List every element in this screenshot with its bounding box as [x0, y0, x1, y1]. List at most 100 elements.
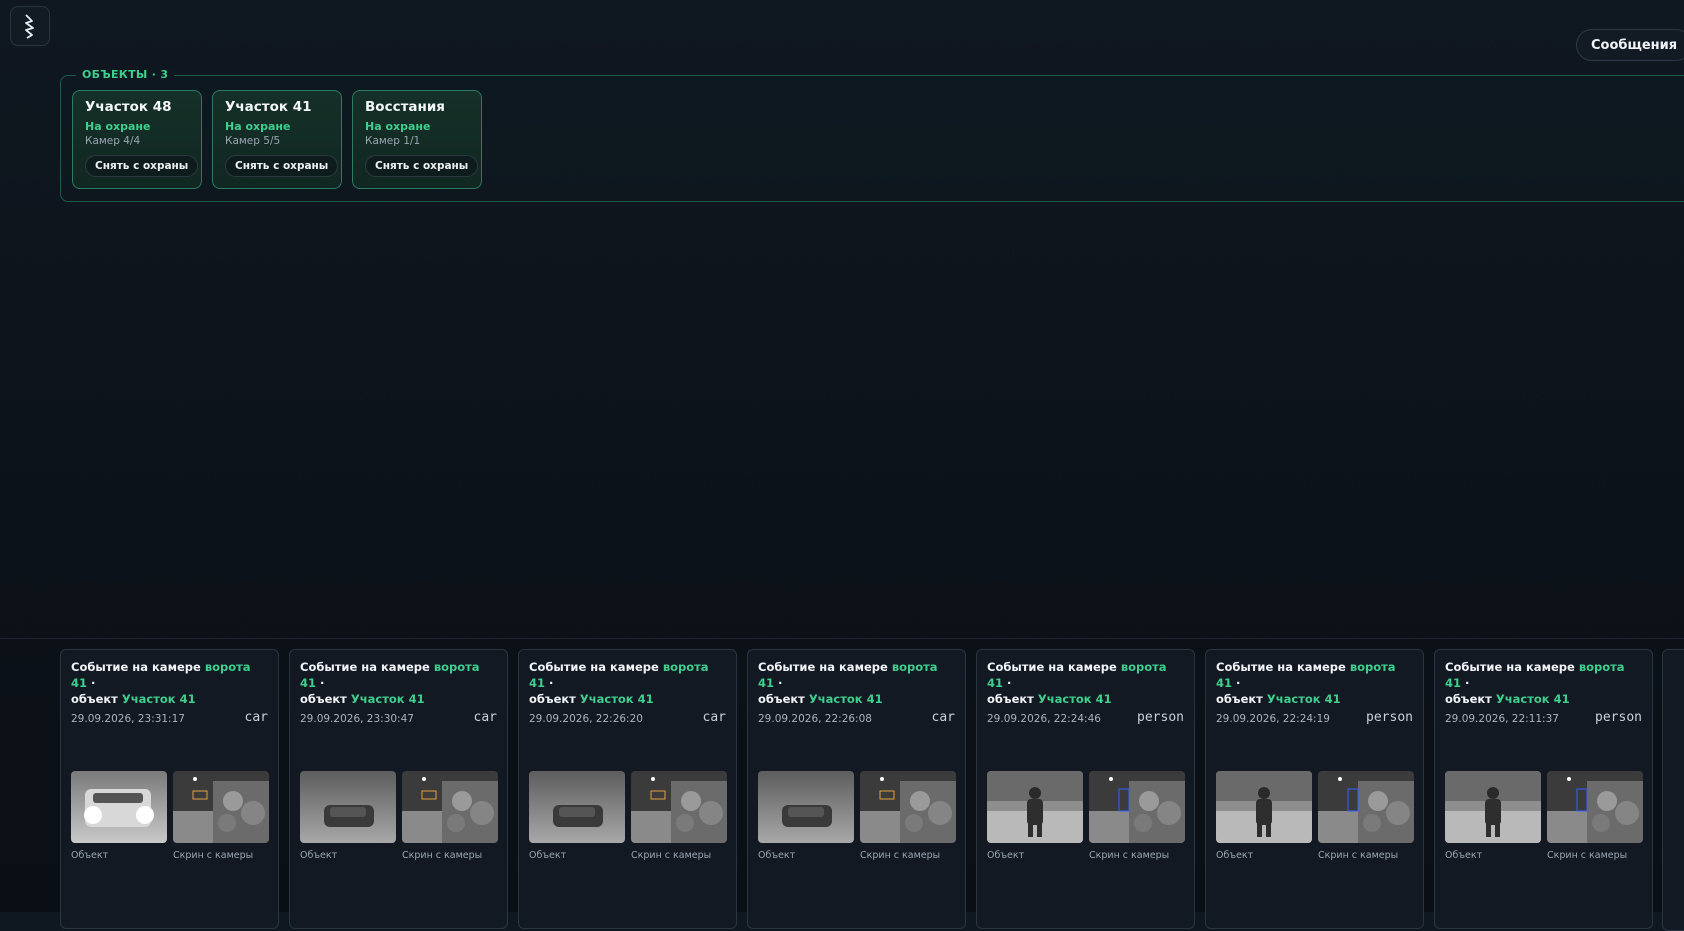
event-object-label: Объект: [987, 850, 1025, 861]
event-time: 29.09.2026, 23:31:17: [71, 713, 185, 725]
event-object-image[interactable]: [1216, 771, 1312, 843]
object-status: На охране: [365, 120, 431, 133]
event-object-link[interactable]: Участок 41: [580, 692, 654, 706]
event-object-image[interactable]: [758, 771, 854, 843]
event-title: Событие на камере ворота 41 · объект Уча…: [300, 659, 497, 707]
event-class: car: [931, 710, 955, 725]
event-object-link[interactable]: Участок 41: [351, 692, 425, 706]
event-object-link[interactable]: Участок 41: [1038, 692, 1112, 706]
event-screen-image[interactable]: [631, 771, 727, 843]
event-screen-label: Скрин с камеры: [1318, 850, 1399, 861]
event-time: 29.09.2026, 22:11:37: [1445, 713, 1559, 725]
event-class: car: [244, 710, 268, 725]
event-screen-label: Скрин с камеры: [173, 850, 254, 861]
event-object-image[interactable]: [300, 771, 396, 843]
event-object-word: объект: [987, 692, 1034, 706]
event-prefix: Событие на камере: [1216, 660, 1346, 674]
object-title: Восстания: [365, 99, 445, 115]
event-card[interactable]: Событие на камере ворота 41 · объект Уча…: [289, 649, 508, 929]
event-object-link[interactable]: Участок 41: [122, 692, 196, 706]
event-object-word: объект: [1445, 692, 1492, 706]
event-card[interactable]: Событие на камере ворота 41 · объект Уча…: [1434, 649, 1653, 929]
event-screen-label: Скрин с камеры: [860, 850, 941, 861]
event-object-link[interactable]: Участок 41: [1267, 692, 1341, 706]
object-status: На охране: [225, 120, 291, 133]
event-screen-label: Скрин с камеры: [1089, 850, 1170, 861]
event-sep: ·: [545, 676, 554, 690]
event-card[interactable]: Событие на камере ворота 41 · объект Уча…: [747, 649, 966, 929]
event-prefix: Событие на камере: [758, 660, 888, 674]
event-time: 29.09.2026, 23:30:47: [300, 713, 414, 725]
object-cameras-count: Камер 5/5: [225, 135, 281, 147]
event-screen-image[interactable]: [1089, 771, 1185, 843]
event-object-label: Объект: [1445, 850, 1483, 861]
divider: [0, 638, 1684, 639]
event-prefix: Событие на камере: [529, 660, 659, 674]
event-class: car: [702, 710, 726, 725]
event-screen-image[interactable]: [1318, 771, 1414, 843]
object-card[interactable]: Участок 41 На охране Камер 5/5 Снять с о…: [212, 90, 342, 189]
object-cameras-count: Камер 1/1: [365, 135, 421, 147]
event-time: 29.09.2026, 22:24:46: [987, 713, 1101, 725]
event-class: person: [1366, 710, 1413, 725]
event-object-link[interactable]: Участок 41: [809, 692, 883, 706]
event-title: Событие на камере ворота 41 · объект Уча…: [71, 659, 268, 707]
app-logo[interactable]: [10, 6, 50, 46]
event-card[interactable]: Событие на камере ворота 41 · объект Уча…: [518, 649, 737, 929]
event-class: person: [1595, 710, 1642, 725]
event-object-image[interactable]: [71, 771, 167, 843]
event-sep: ·: [1003, 676, 1012, 690]
logo-icon: [25, 14, 34, 39]
event-object-label: Объект: [300, 850, 338, 861]
event-class: person: [1137, 710, 1184, 725]
event-object-label: Объект: [529, 850, 567, 861]
event-screen-image[interactable]: [173, 771, 269, 843]
disarm-button[interactable]: Снять с охраны: [85, 155, 199, 177]
event-time: 29.09.2026, 22:26:20: [529, 713, 643, 725]
event-screen-image[interactable]: [402, 771, 498, 843]
event-screen-image[interactable]: [1547, 771, 1643, 843]
object-title: Участок 41: [225, 99, 312, 115]
event-title: Событие на камере ворота 41 · объект Уча…: [529, 659, 726, 707]
event-card[interactable]: Событие на камере ворота 41 · объект Уча…: [976, 649, 1195, 929]
disarm-button[interactable]: Снять с охраны: [225, 155, 339, 177]
event-object-label: Объект: [758, 850, 796, 861]
event-sep: ·: [774, 676, 783, 690]
event-title: Событие на камере ворота 41 · объект Уча…: [1445, 659, 1642, 707]
event-screen-label: Скрин с камеры: [402, 850, 483, 861]
event-card[interactable]: Событие на камере ворота 41 · объект Уча…: [1205, 649, 1424, 929]
event-object-word: объект: [1216, 692, 1263, 706]
event-object-word: объект: [529, 692, 576, 706]
event-object-word: объект: [758, 692, 805, 706]
event-card-partial[interactable]: [1662, 649, 1684, 931]
event-sep: ·: [316, 676, 325, 690]
disarm-button[interactable]: Снять с охраны: [365, 155, 479, 177]
event-sep: ·: [1461, 676, 1470, 690]
event-card[interactable]: Событие на камере ворота 41 · объект Уча…: [60, 649, 279, 929]
event-object-label: Объект: [1216, 850, 1254, 861]
event-object-image[interactable]: [987, 771, 1083, 843]
object-status: На охране: [85, 120, 151, 133]
event-object-link[interactable]: Участок 41: [1496, 692, 1570, 706]
event-sep: ·: [1232, 676, 1241, 690]
object-card[interactable]: Восстания На охране Камер 1/1 Снять с ох…: [352, 90, 482, 189]
event-prefix: Событие на камере: [1445, 660, 1575, 674]
event-object-image[interactable]: [1445, 771, 1541, 843]
event-object-word: объект: [300, 692, 347, 706]
messages-button[interactable]: Сообщения: [1576, 29, 1684, 61]
event-title: Событие на камере ворота 41 · объект Уча…: [758, 659, 955, 707]
event-screen-image[interactable]: [860, 771, 956, 843]
object-cameras-count: Камер 4/4: [85, 135, 141, 147]
object-card[interactable]: Участок 48 На охране Камер 4/4 Снять с о…: [72, 90, 202, 189]
event-title: Событие на камере ворота 41 · объект Уча…: [1216, 659, 1413, 707]
event-sep: ·: [87, 676, 96, 690]
event-screen-label: Скрин с камеры: [631, 850, 712, 861]
objects-legend: ОБЪЕКТЫ · 3: [76, 68, 175, 81]
event-time: 29.09.2026, 22:24:19: [1216, 713, 1330, 725]
event-object-label: Объект: [71, 850, 109, 861]
event-class: car: [473, 710, 497, 725]
event-title: Событие на камере ворота 41 · объект Уча…: [987, 659, 1184, 707]
event-prefix: Событие на камере: [71, 660, 201, 674]
event-prefix: Событие на камере: [987, 660, 1117, 674]
event-object-image[interactable]: [529, 771, 625, 843]
